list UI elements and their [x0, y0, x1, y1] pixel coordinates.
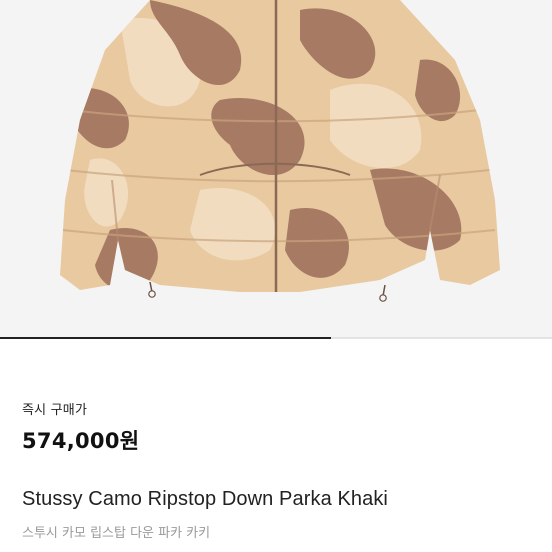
image-progress-track	[0, 337, 552, 339]
image-progress-fill	[0, 337, 332, 339]
product-name-en: Stussy Camo Ripstop Down Parka Khaki	[22, 488, 388, 510]
product-name-ko: 스투시 카모 립스탑 다운 파카 카키	[22, 526, 211, 541]
buy-now-price-label: 즉시 구매가	[22, 403, 88, 418]
price: 574,000원	[22, 429, 140, 453]
product-image[interactable]	[0, 0, 552, 337]
jacket-illustration	[0, 0, 552, 337]
